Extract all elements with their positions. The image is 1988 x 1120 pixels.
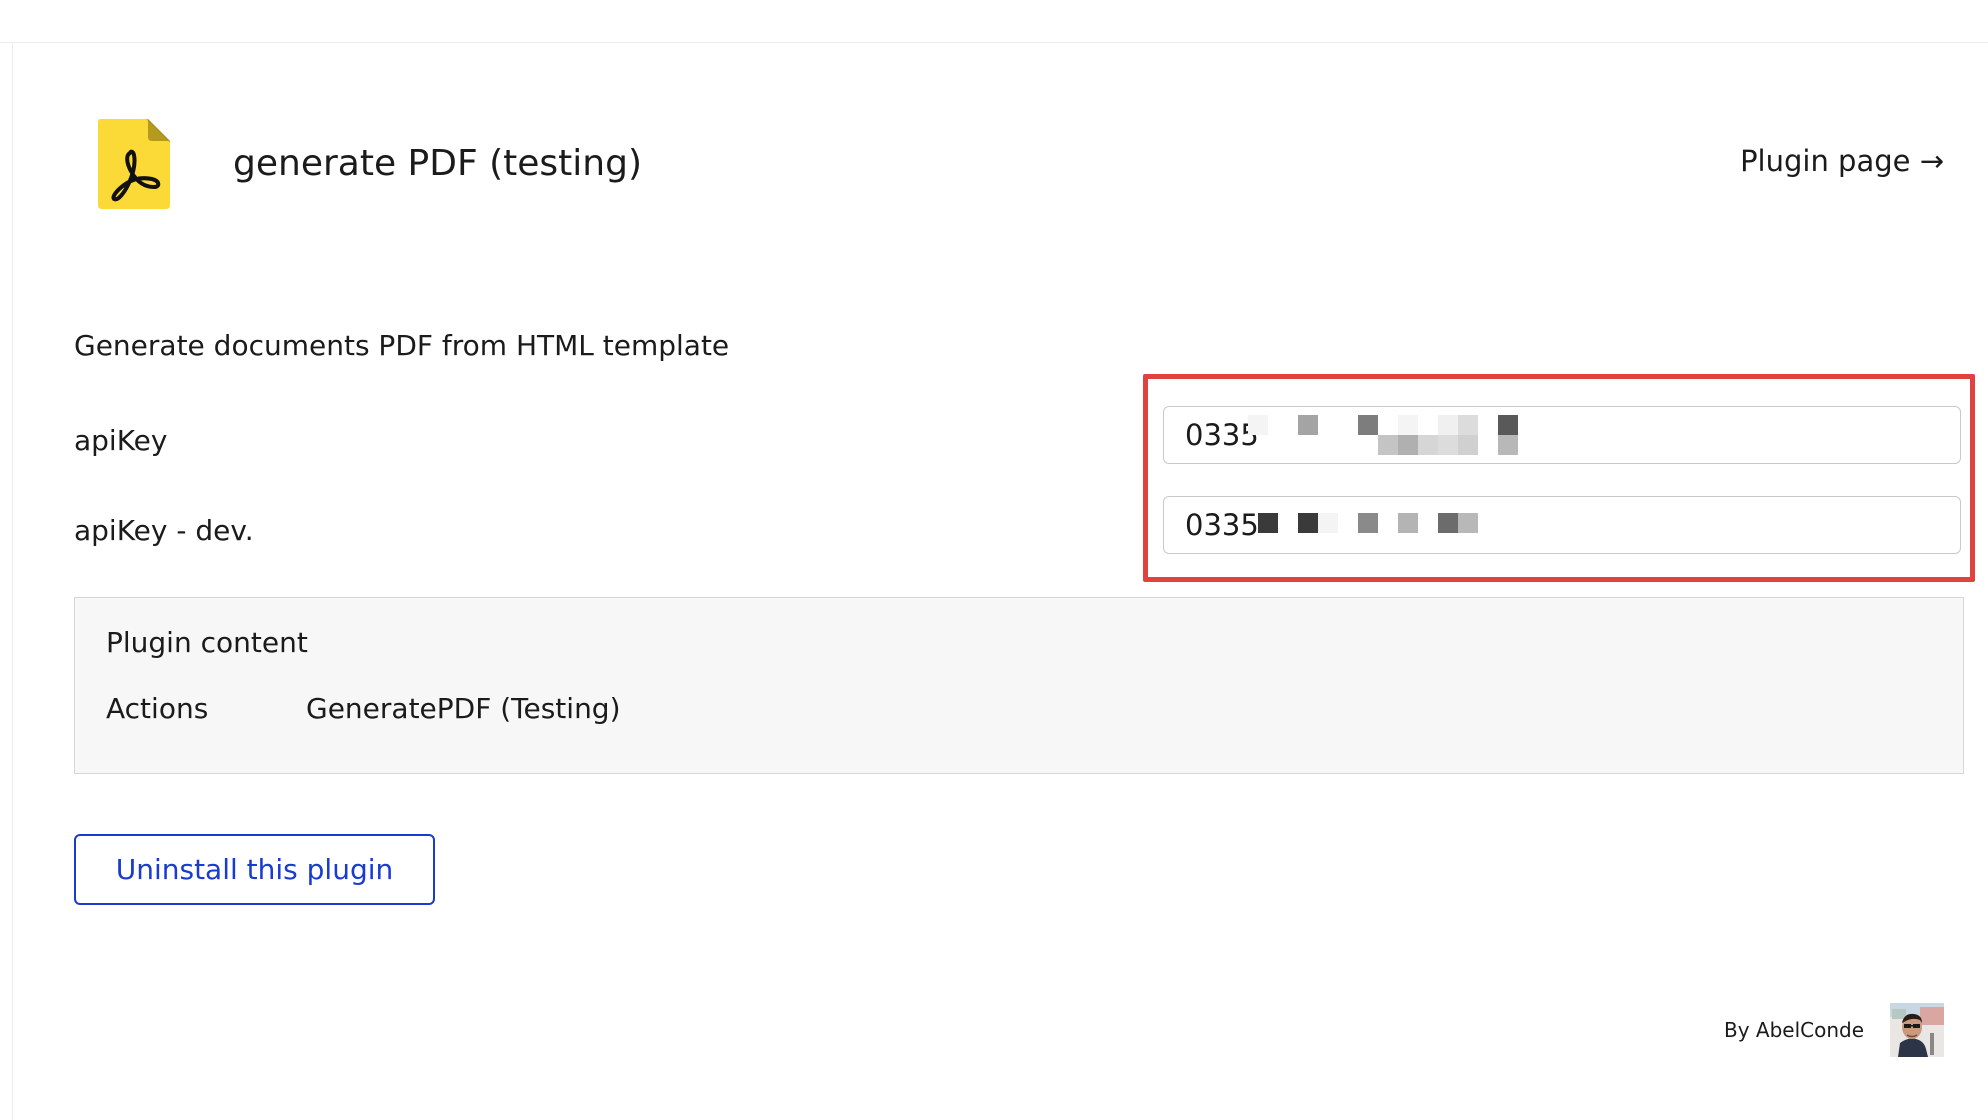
apikey-dev-value: 0335: [1185, 508, 1259, 542]
actions-label: Actions: [106, 692, 209, 725]
author-label: By AbelConde: [1723, 1018, 1864, 1042]
apikey-dev-field[interactable]: 0335: [1163, 496, 1961, 554]
actions-value: GeneratePDF (Testing): [306, 692, 621, 725]
top-bar: [0, 0, 1988, 43]
uninstall-plugin-button[interactable]: Uninstall this plugin: [74, 834, 435, 905]
apikey-field[interactable]: 0335: [1163, 406, 1961, 464]
plugin-page-link[interactable]: Plugin page →: [1740, 136, 1944, 186]
plugin-content-panel: [74, 597, 1964, 774]
pdf-file-icon: [96, 115, 172, 211]
plugin-content-heading: Plugin content: [106, 626, 308, 659]
plugin-title: generate PDF (testing): [233, 143, 643, 184]
plugin-description: Generate documents PDF from HTML templat…: [74, 329, 730, 362]
apikey-label: apiKey: [74, 424, 168, 457]
author-avatar[interactable]: [1890, 1003, 1944, 1057]
apikey-dev-label: apiKey - dev.: [74, 514, 254, 547]
left-rail: [0, 43, 13, 1120]
